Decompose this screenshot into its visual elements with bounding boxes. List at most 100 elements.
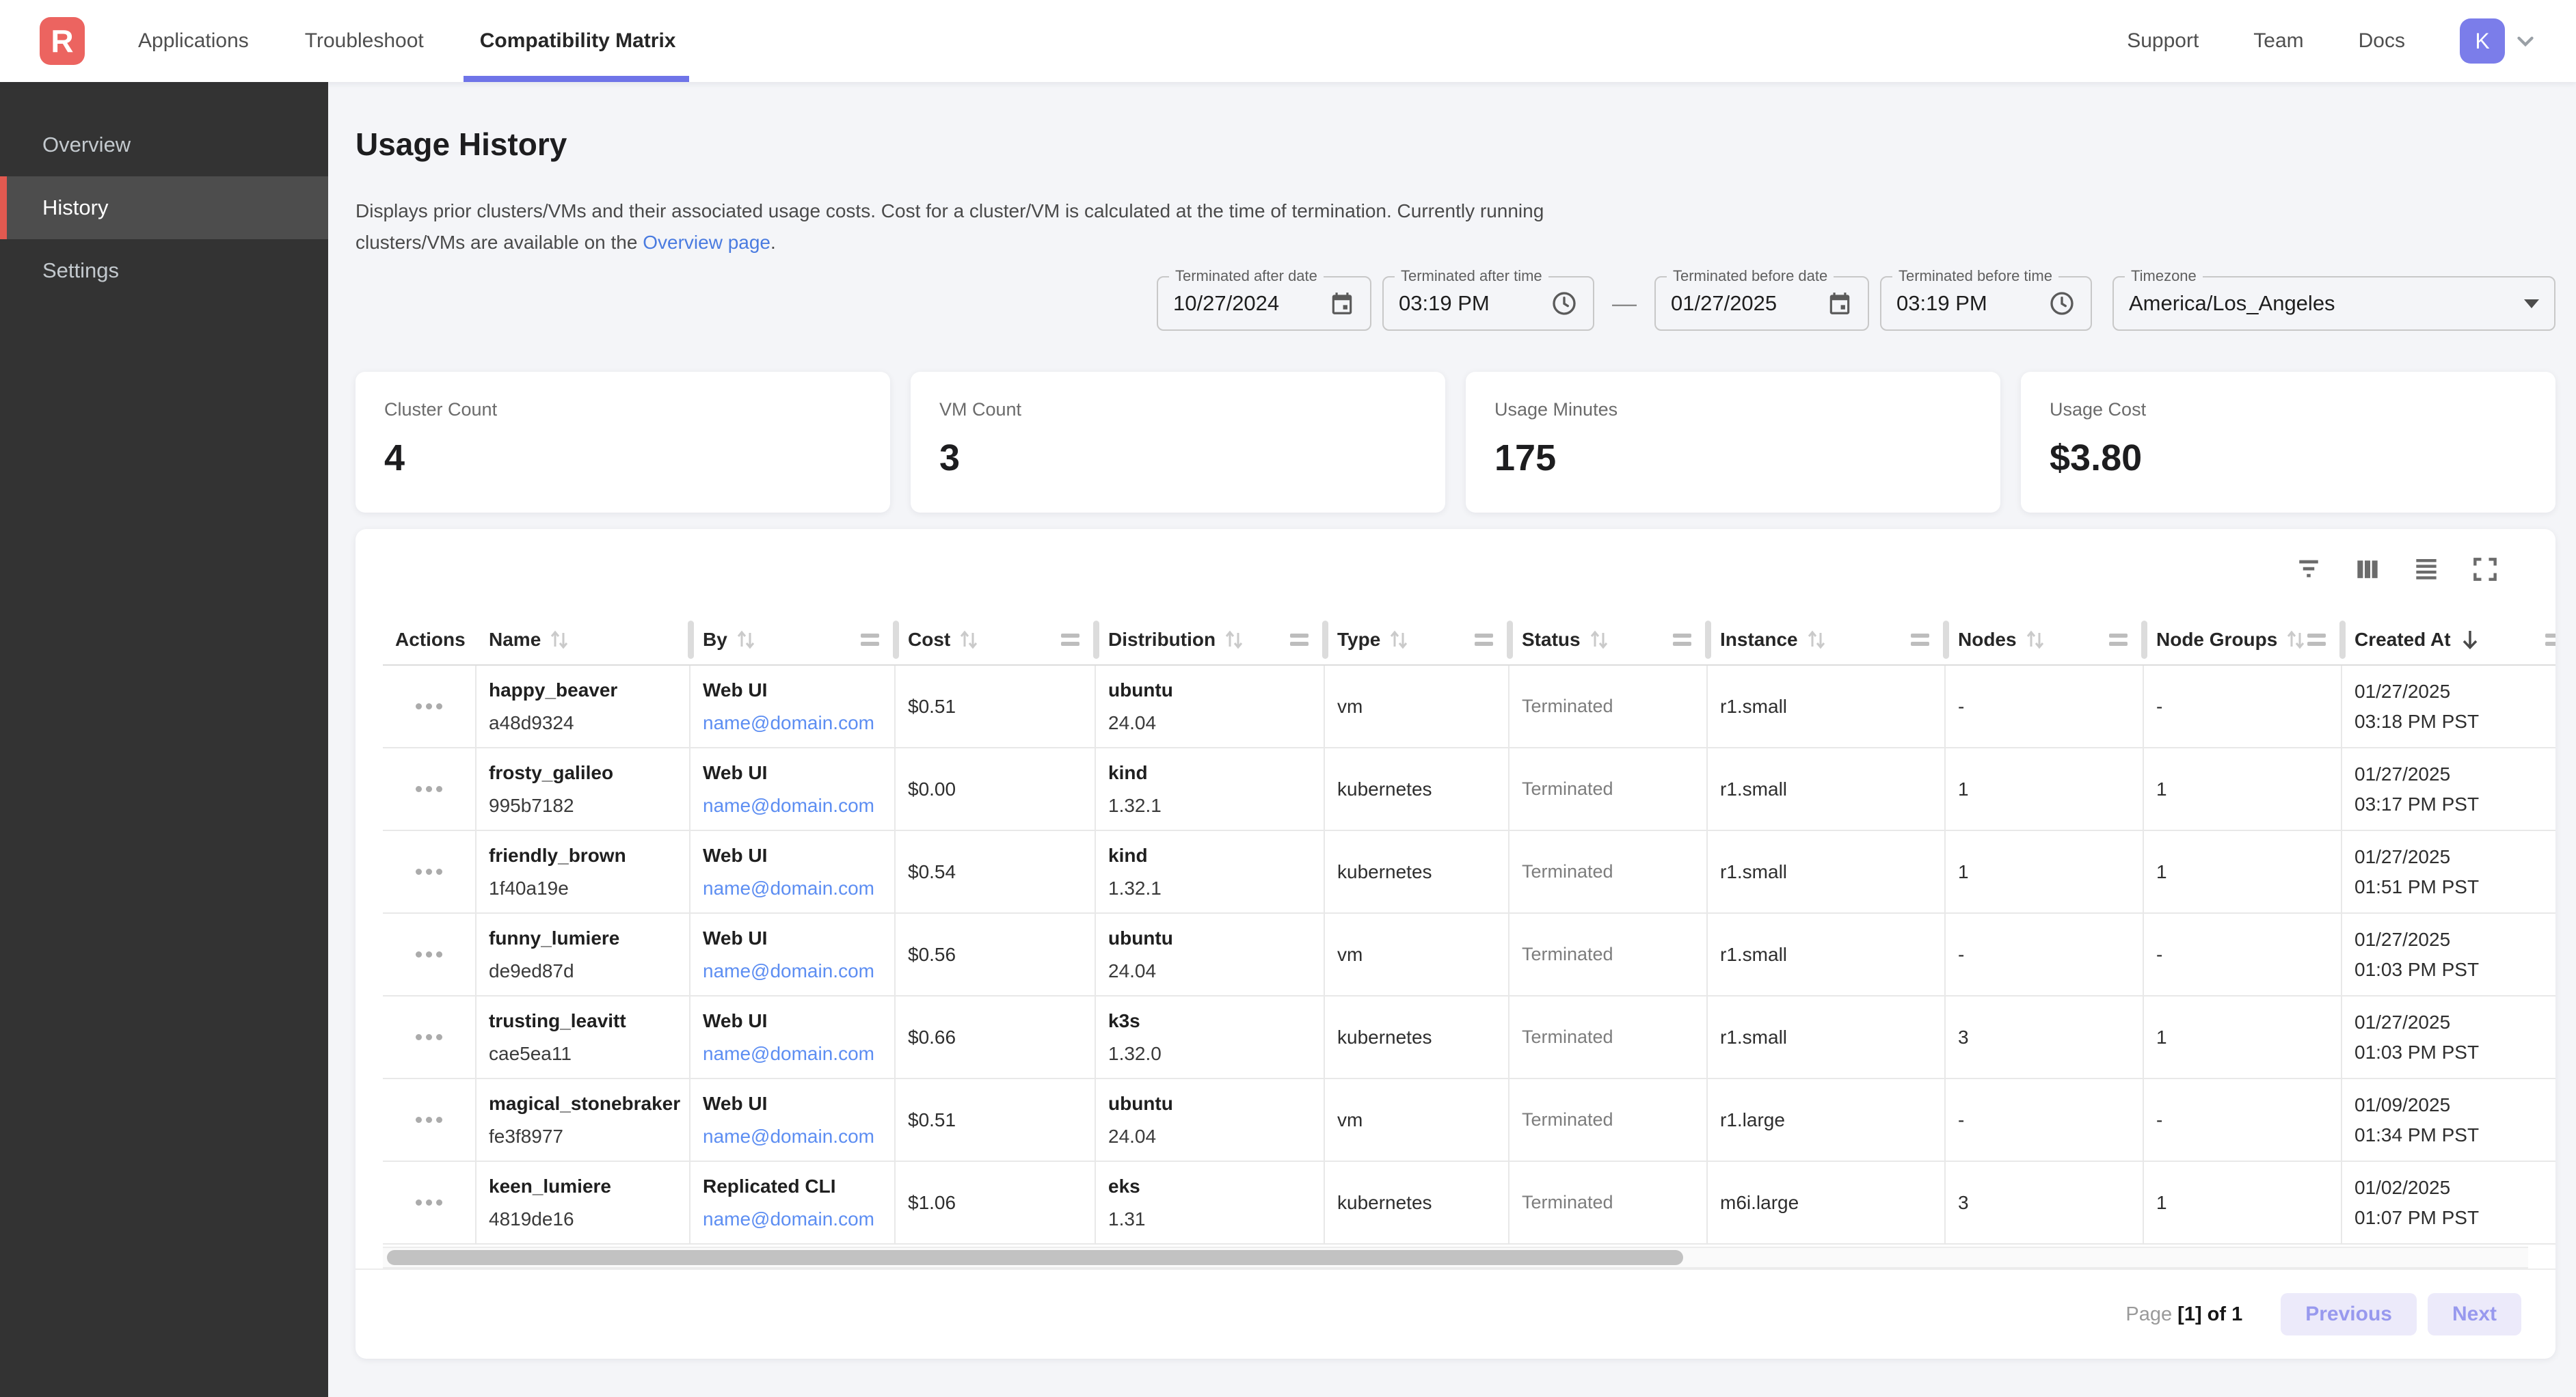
column-divider[interactable]: [1322, 621, 1328, 659]
description-period: .: [770, 232, 776, 253]
sort-icon[interactable]: [1388, 628, 1409, 651]
stat-label: Usage Minutes: [1494, 399, 1972, 420]
column-header-nodes[interactable]: Nodes: [1946, 615, 2144, 664]
drag-handle-icon[interactable]: [2545, 634, 2555, 646]
instance-cell: r1.small: [1708, 748, 1946, 831]
table-row: funny_lumiere de9ed87d Web UI name@domai…: [383, 914, 2555, 996]
nav-item-applications[interactable]: Applications: [138, 0, 249, 82]
field-value: 01/27/2025: [1671, 291, 1777, 316]
drag-handle-icon[interactable]: [1911, 634, 1929, 646]
sort-icon[interactable]: [736, 628, 756, 651]
by-cell: Web UI name@domain.com: [690, 831, 896, 914]
status-cell: Terminated: [1510, 996, 1708, 1079]
row-actions-button[interactable]: [409, 1193, 449, 1212]
row-actions-button[interactable]: [409, 945, 449, 964]
next-page-button[interactable]: Next: [2428, 1293, 2521, 1335]
calendar-icon[interactable]: [1329, 290, 1355, 316]
filter-icon[interactable]: [2293, 554, 2324, 585]
column-header-type[interactable]: Type: [1325, 615, 1510, 664]
nav-item-compatibility-matrix[interactable]: Compatibility Matrix: [480, 0, 676, 82]
terminated-after-date-field[interactable]: Terminated after date 10/27/2024: [1157, 276, 1371, 331]
column-divider[interactable]: [2339, 621, 2346, 659]
terminated-after-time-field[interactable]: Terminated after time 03:19 PM: [1382, 276, 1594, 331]
clock-icon[interactable]: [2048, 290, 2076, 317]
clock-icon[interactable]: [1551, 290, 1578, 317]
replicated-logo[interactable]: R: [40, 17, 85, 65]
stat-label: VM Count: [939, 399, 1417, 420]
show-hide-columns-icon[interactable]: [2352, 554, 2383, 585]
actions-cell: [383, 1079, 477, 1162]
description-line1: Displays prior clusters/VMs and their as…: [355, 200, 1544, 221]
sort-icon[interactable]: [2285, 628, 2306, 651]
drag-handle-icon[interactable]: [2109, 634, 2128, 646]
email-link[interactable]: name@domain.com: [703, 1043, 894, 1065]
sort-icon[interactable]: [2025, 628, 2045, 651]
column-header-created-at[interactable]: Created At: [2342, 615, 2555, 664]
column-divider[interactable]: [2141, 621, 2147, 659]
drag-handle-icon[interactable]: [1673, 634, 1691, 646]
nav-link-docs[interactable]: Docs: [2359, 29, 2405, 53]
column-header-node-groups[interactable]: Node Groups: [2144, 615, 2342, 664]
drag-handle-icon[interactable]: [2307, 634, 2326, 646]
density-icon[interactable]: [2411, 554, 2442, 585]
table-row: keen_lumiere 4819de16 Replicated CLI nam…: [383, 1162, 2555, 1245]
drag-handle-icon[interactable]: [1475, 634, 1493, 646]
actions-cell: [383, 996, 477, 1079]
column-header-status[interactable]: Status: [1510, 615, 1708, 664]
terminated-before-time-field[interactable]: Terminated before time 03:19 PM: [1880, 276, 2092, 331]
email-link[interactable]: name@domain.com: [703, 960, 894, 982]
column-header-by[interactable]: By: [690, 615, 896, 664]
nav-link-support[interactable]: Support: [2127, 29, 2199, 53]
column-divider[interactable]: [1705, 621, 1711, 659]
sidebar-item-settings[interactable]: Settings: [0, 239, 328, 302]
email-link[interactable]: name@domain.com: [703, 878, 894, 899]
row-actions-button[interactable]: [409, 1027, 449, 1047]
drag-handle-icon[interactable]: [861, 634, 879, 646]
calendar-icon[interactable]: [1827, 290, 1853, 316]
overview-page-link[interactable]: Overview page: [643, 232, 770, 253]
fullscreen-icon[interactable]: [2469, 554, 2501, 585]
account-menu[interactable]: K: [2460, 18, 2538, 64]
column-header-cost[interactable]: Cost: [896, 615, 1096, 664]
column-divider[interactable]: [688, 621, 694, 659]
sort-icon[interactable]: [1589, 628, 1609, 651]
horizontal-scrollbar[interactable]: [383, 1247, 2528, 1269]
timezone-select[interactable]: Timezone America/Los_Angeles: [2112, 276, 2555, 331]
row-actions-button[interactable]: [409, 1110, 449, 1130]
distribution-cell: kind 1.32.1: [1096, 748, 1325, 831]
email-link[interactable]: name@domain.com: [703, 795, 894, 817]
email-link[interactable]: name@domain.com: [703, 712, 894, 734]
email-link[interactable]: name@domain.com: [703, 1126, 894, 1148]
select-caret-icon: [2524, 299, 2539, 308]
row-actions-button[interactable]: [409, 779, 449, 799]
sort-icon[interactable]: [1224, 628, 1244, 651]
row-actions-button[interactable]: [409, 696, 449, 716]
column-divider[interactable]: [1507, 621, 1513, 659]
avatar[interactable]: K: [2460, 18, 2505, 64]
sidebar-item-history[interactable]: History: [0, 176, 328, 239]
drag-handle-icon[interactable]: [1290, 634, 1309, 646]
column-header-actions: Actions: [383, 615, 477, 664]
column-header-distribution[interactable]: Distribution: [1096, 615, 1325, 664]
drag-handle-icon[interactable]: [1061, 634, 1079, 646]
column-header-instance[interactable]: Instance: [1708, 615, 1946, 664]
stat-label: Cluster Count: [384, 399, 861, 420]
email-link[interactable]: name@domain.com: [703, 1208, 894, 1230]
previous-page-button[interactable]: Previous: [2281, 1293, 2417, 1335]
column-header-name[interactable]: Name: [477, 615, 690, 664]
sort-icon[interactable]: [549, 628, 569, 651]
scrollbar-thumb[interactable]: [387, 1250, 1683, 1265]
nav-item-troubleshoot[interactable]: Troubleshoot: [305, 0, 424, 82]
nav-link-team[interactable]: Team: [2253, 29, 2303, 53]
sort-desc-icon[interactable]: [2459, 627, 2481, 652]
row-actions-button[interactable]: [409, 862, 449, 882]
stat-cluster-count: Cluster Count 4: [355, 372, 890, 513]
column-divider[interactable]: [893, 621, 899, 659]
created-at-cell: 01/02/2025 01:07 PM PST: [2342, 1162, 2555, 1245]
sort-icon[interactable]: [1806, 628, 1827, 651]
sort-icon[interactable]: [958, 628, 979, 651]
sidebar-item-overview[interactable]: Overview: [0, 113, 328, 176]
column-divider[interactable]: [1093, 621, 1099, 659]
terminated-before-date-field[interactable]: Terminated before date 01/27/2025: [1654, 276, 1869, 331]
column-divider[interactable]: [1943, 621, 1949, 659]
